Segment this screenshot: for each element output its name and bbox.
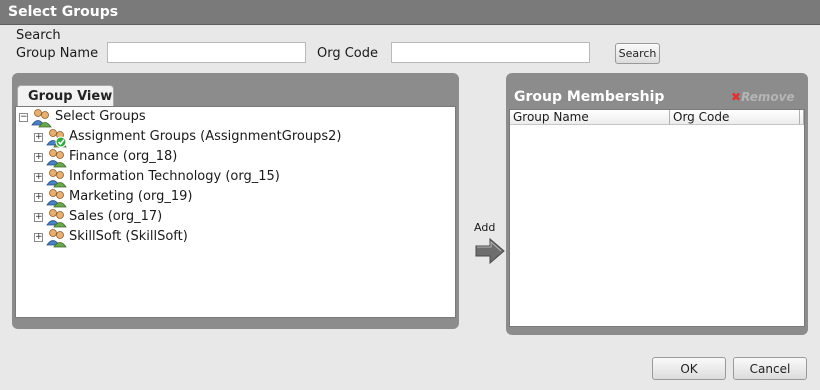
column-header-filler — [800, 110, 804, 125]
tree-item-label: SkillSoft (SkillSoft) — [69, 229, 188, 244]
cancel-button[interactable]: Cancel — [733, 357, 807, 380]
remove-label: Remove — [741, 90, 795, 104]
dialog-title: Select Groups — [0, 0, 820, 25]
tree-item-label: Assignment Groups (AssignmentGroups2) — [69, 129, 342, 144]
group-name-input[interactable] — [107, 42, 306, 63]
add-arrow-icon[interactable] — [474, 237, 506, 265]
expand-icon[interactable]: + — [34, 153, 43, 162]
group-name-label: Group Name — [16, 46, 99, 61]
expand-icon[interactable]: + — [34, 233, 43, 242]
group-users-icon — [46, 149, 67, 168]
expand-icon[interactable]: + — [34, 173, 43, 182]
search-button[interactable]: Search — [615, 43, 660, 64]
tree-root-label: Select Groups — [55, 109, 146, 124]
add-label: Add — [474, 221, 496, 234]
remove-button[interactable]: ✖Remove — [731, 90, 795, 104]
column-header-group-name[interactable]: Group Name — [510, 110, 670, 125]
column-header-org-code[interactable]: Org Code — [670, 110, 800, 125]
tree-item-label: Information Technology (org_15) — [69, 169, 280, 184]
tab-group-view[interactable]: Group View — [17, 85, 114, 107]
remove-x-icon: ✖ — [731, 90, 742, 104]
group-users-icon — [46, 169, 67, 188]
expand-icon[interactable]: + — [34, 213, 43, 222]
expand-icon[interactable]: + — [34, 193, 43, 202]
collapse-icon[interactable]: − — [19, 113, 28, 122]
search-section-label: Search — [16, 28, 61, 43]
group-users-icon — [31, 109, 52, 128]
tree-item-label: Sales (org_17) — [69, 209, 163, 224]
tree-item-label: Finance (org_18) — [69, 149, 178, 164]
group-users-icon — [46, 189, 67, 208]
org-code-input[interactable] — [391, 42, 590, 63]
ok-button[interactable]: OK — [652, 357, 726, 380]
tree-item-label: Marketing (org_19) — [69, 189, 193, 204]
group-membership-title: Group Membership — [514, 89, 665, 105]
group-users-icon — [46, 229, 67, 248]
membership-table — [509, 109, 805, 327]
group-users-icon — [46, 209, 67, 228]
group-users-icon — [46, 129, 67, 148]
expand-icon[interactable]: + — [34, 133, 43, 142]
org-code-label: Org Code — [317, 46, 379, 61]
